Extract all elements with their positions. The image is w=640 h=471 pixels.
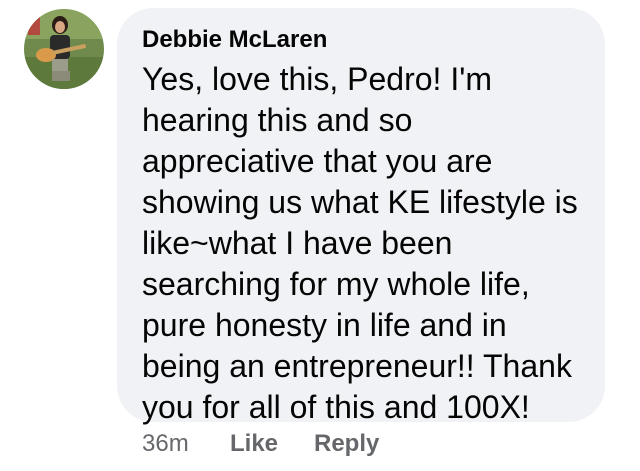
comment-text-line: hearing this and so	[142, 102, 413, 138]
comment-text-line: like~what I have been	[142, 225, 453, 261]
comment-text-line: being an entrepreneur!! Thank	[142, 348, 572, 384]
reply-button[interactable]: Reply	[314, 430, 379, 458]
comment-text-line: searching for my whole life,	[142, 266, 530, 302]
comment-text-line: pure honesty in life and in	[142, 307, 507, 343]
comment-timestamp[interactable]: 36m	[142, 430, 189, 458]
comment-text-line: you for all of this and 100X!	[142, 389, 530, 425]
profile-photo-icon	[24, 9, 104, 89]
comment-text: Yes, love this, Pedro! I'm hearing this …	[142, 59, 592, 428]
comment-author[interactable]: Debbie McLaren	[142, 26, 327, 54]
like-button[interactable]: Like	[230, 430, 278, 458]
comment-text-line: appreciative that you are	[142, 143, 493, 179]
comment-text-line: showing us what KE lifestyle is	[142, 184, 578, 220]
avatar[interactable]	[24, 9, 104, 89]
comment-text-line: Yes, love this, Pedro! I'm	[142, 61, 492, 97]
